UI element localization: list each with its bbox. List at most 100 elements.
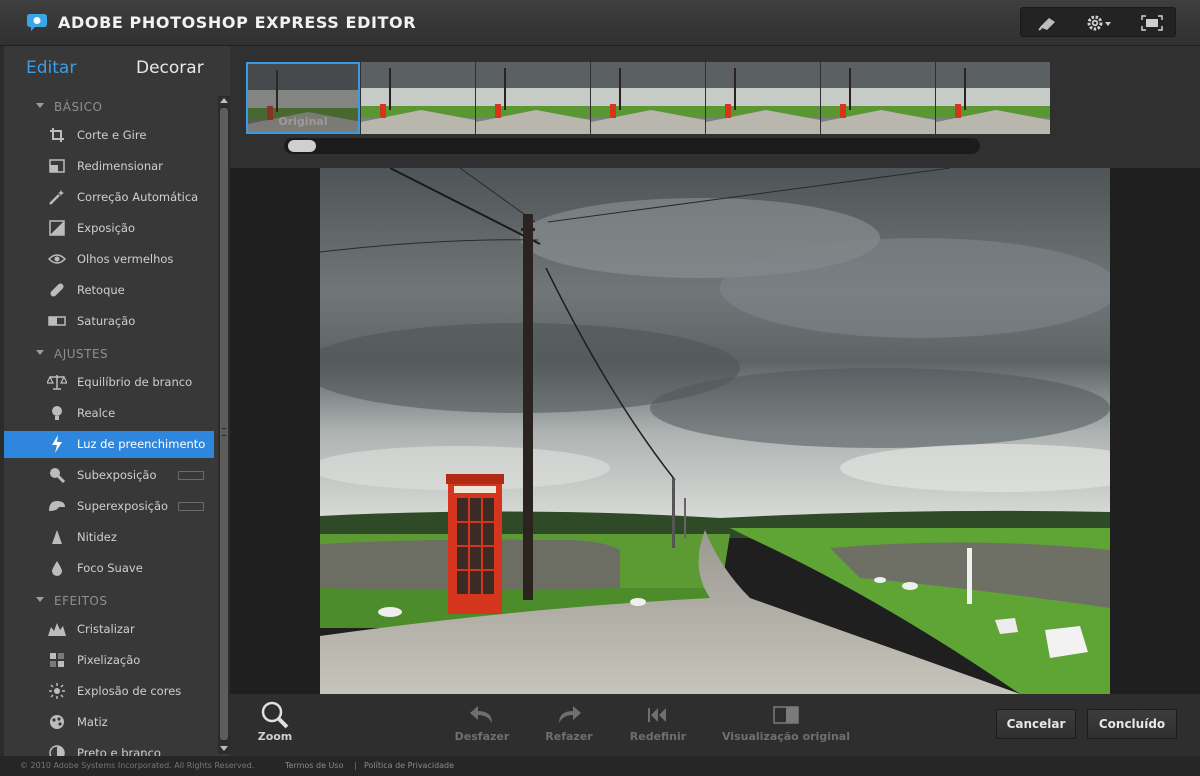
sidebar-scrollbar[interactable]: [218, 96, 230, 754]
sidebar-item-red-eye[interactable]: Olhos vermelhos: [4, 246, 214, 273]
magnifier-icon: [46, 466, 68, 484]
phone-box: [446, 474, 504, 614]
crystallize-icon: [46, 620, 68, 638]
sidebar-item-label: Pixelização: [77, 653, 141, 667]
sidebar-item-saturation[interactable]: Saturação: [4, 308, 214, 335]
section-title: AJUSTES: [54, 347, 109, 361]
status-badge: [178, 502, 204, 511]
chevron-down-icon: [36, 350, 44, 355]
zoom-button[interactable]: Zoom: [252, 701, 298, 743]
original-view-button[interactable]: Visualização original: [718, 702, 854, 743]
zoom-icon: [261, 701, 289, 729]
tool-list: BÁSICO Corte e Gire Redimensionar Correç…: [4, 92, 214, 756]
black-white-icon: [46, 744, 68, 756]
sidebar-item-black-white[interactable]: Preto e branco: [4, 740, 214, 756]
section-header-adjustments[interactable]: AJUSTES: [4, 343, 214, 367]
thumbnail-image: [591, 62, 705, 134]
thumbnail-scroll-track[interactable]: [284, 138, 980, 154]
redo-button[interactable]: Refazer: [540, 702, 598, 743]
magic-wand-icon: [46, 188, 68, 206]
feedback-button[interactable]: [1033, 11, 1063, 35]
sidebar-item-soft-focus[interactable]: Foco Suave: [4, 555, 214, 582]
sidebar-item-crop[interactable]: Corte e Gire: [4, 122, 214, 149]
sidebar-item-label: Matiz: [77, 715, 108, 729]
sidebar-item-resize[interactable]: Redimensionar: [4, 153, 214, 180]
sidebar-item-label: Saturação: [77, 314, 136, 328]
terms-link[interactable]: Termos de Uso: [285, 761, 343, 770]
sidebar-item-label: Exposição: [77, 221, 135, 235]
app-title: ADOBE PHOTOSHOP EXPRESS EDITOR: [58, 13, 417, 32]
done-button[interactable]: Concluído: [1087, 709, 1177, 739]
settings-button[interactable]: [1083, 11, 1117, 35]
scroll-thumb[interactable]: [220, 108, 228, 740]
sidebar-item-sharpen[interactable]: Nitidez: [4, 524, 214, 551]
sidebar-item-label: Equilíbrio de branco: [77, 375, 193, 389]
drop-icon: [46, 559, 68, 577]
sidebar-item-highlight[interactable]: Realce: [4, 400, 214, 427]
cancel-button[interactable]: Cancelar: [996, 709, 1076, 739]
sidebar-item-label: Nitidez: [77, 530, 117, 544]
section-header-effects[interactable]: EFEITOS: [4, 590, 214, 614]
undo-icon: [470, 706, 492, 723]
sidebar-item-hue[interactable]: Matiz: [4, 709, 214, 736]
section-header-basic[interactable]: BÁSICO: [4, 96, 214, 120]
fullscreen-icon: [1141, 15, 1163, 31]
sidebar-item-exposure[interactable]: Exposição: [4, 215, 214, 242]
redo-icon: [559, 706, 581, 723]
bandage-icon: [46, 281, 68, 299]
thumbnail-preset[interactable]: [821, 62, 935, 134]
lightning-icon: [46, 435, 68, 453]
reset-button[interactable]: Redefinir: [626, 702, 690, 743]
sidebar-item-label: Corte e Gire: [77, 128, 147, 142]
thumbnail-preset[interactable]: [476, 62, 590, 134]
zoom-label: Zoom: [257, 730, 293, 743]
image-canvas: [230, 168, 1200, 694]
sidebar-item-overexposure[interactable]: Superexposição: [4, 493, 214, 520]
sidebar-item-white-balance[interactable]: Equilíbrio de branco: [4, 369, 214, 396]
thumbnail-scroll-handle[interactable]: [288, 140, 316, 152]
sidebar-item-fill-light[interactable]: Luz de preenchimento: [4, 431, 214, 458]
header-tools: [1020, 7, 1176, 37]
thumbnail-preset[interactable]: [706, 62, 820, 134]
chevron-down-icon: [36, 103, 44, 108]
sidebar-item-pixelate[interactable]: Pixelização: [4, 647, 214, 674]
scroll-down-arrow-icon[interactable]: [220, 746, 228, 751]
tab-edit[interactable]: Editar: [26, 58, 76, 78]
sidebar-item-label: Retoque: [77, 283, 125, 297]
sidebar-item-underexposure[interactable]: Subexposição: [4, 462, 214, 489]
thumbnail-preset[interactable]: [591, 62, 705, 134]
sidebar-item-color-burst[interactable]: Explosão de cores: [4, 678, 214, 705]
sidebar-item-label: Realce: [77, 406, 116, 420]
thumbnail-image: [936, 62, 1050, 134]
privacy-link[interactable]: Política de Privacidade: [364, 761, 454, 770]
copyright-text: © 2010 Adobe Systems Incorporated. All R…: [20, 761, 255, 770]
sidebar-item-label: Cristalizar: [77, 622, 135, 636]
footer-separator: |: [354, 761, 357, 770]
undo-button[interactable]: Desfazer: [452, 702, 512, 743]
scroll-up-arrow-icon[interactable]: [220, 98, 228, 103]
thumbnail-preset[interactable]: [936, 62, 1050, 134]
sidebar-item-label: Subexposição: [77, 468, 157, 482]
thumbnail-preset[interactable]: [361, 62, 475, 134]
thumbnail-original[interactable]: Original: [246, 62, 360, 134]
sidebar-item-crystallize[interactable]: Cristalizar: [4, 616, 214, 643]
bottom-toolbar: Zoom Desfazer Refazer Redefinir Visualiz…: [230, 694, 1200, 756]
chevron-down-icon: [36, 597, 44, 602]
grip-icon: [222, 428, 226, 436]
sidebar-tabs: Editar Decorar: [4, 46, 230, 90]
app-window: ADOBE PHOTOSHOP EXPRESS EDITOR Editar De…: [0, 0, 1200, 776]
reset-icon: [648, 708, 666, 722]
sidebar-item-label: Redimensionar: [77, 159, 163, 173]
footer: © 2010 Adobe Systems Incorporated. All R…: [0, 756, 1200, 776]
color-burst-icon: [46, 682, 68, 700]
tab-decorate[interactable]: Decorar: [136, 58, 204, 78]
edited-photo: [320, 168, 1110, 694]
redo-label: Refazer: [545, 730, 593, 743]
sidebar-item-retouch[interactable]: Retoque: [4, 277, 214, 304]
balance-scale-icon: [46, 373, 68, 391]
saturation-icon: [46, 312, 68, 330]
sidebar-item-auto-correct[interactable]: Correção Automática: [4, 184, 214, 211]
compare-icon: [773, 706, 799, 724]
status-badge: [178, 471, 204, 480]
fullscreen-button[interactable]: [1137, 11, 1167, 35]
